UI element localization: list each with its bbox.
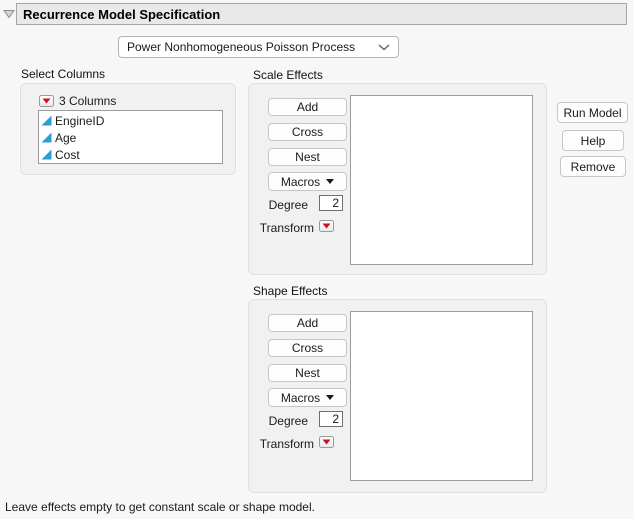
- run-model-button[interactable]: Run Model: [557, 102, 628, 123]
- scale-nest-button[interactable]: Nest: [268, 148, 347, 166]
- columns-listbox[interactable]: EngineID Age Cost: [38, 110, 223, 164]
- remove-button[interactable]: Remove: [560, 156, 626, 177]
- shape-macros-button[interactable]: Macros: [268, 388, 347, 407]
- macros-dropdown-icon: [326, 395, 335, 400]
- help-button[interactable]: Help: [562, 130, 624, 151]
- select-columns-label: Select Columns: [21, 67, 106, 81]
- list-item[interactable]: EngineID: [39, 112, 222, 129]
- recurrence-model-dialog: Recurrence Model Specification Power Non…: [0, 0, 634, 519]
- continuous-column-icon: [41, 115, 52, 126]
- shape-transform-label: Transform: [259, 437, 314, 451]
- column-name: Cost: [55, 147, 80, 162]
- scale-cross-button[interactable]: Cross: [268, 123, 347, 141]
- triangle-down-icon: [2, 10, 15, 19]
- shape-effects-label: Shape Effects: [253, 284, 328, 298]
- select-columns-panel: 3 Columns EngineID Age Cost: [20, 83, 236, 175]
- chevron-down-icon: [378, 44, 390, 51]
- continuous-column-icon: [41, 132, 52, 143]
- model-type-dropdown[interactable]: Power Nonhomogeneous Poisson Process: [118, 36, 399, 58]
- scale-add-button[interactable]: Add: [268, 98, 347, 116]
- model-type-value: Power Nonhomogeneous Poisson Process: [127, 40, 356, 54]
- page-title: Recurrence Model Specification: [23, 6, 221, 22]
- red-triangle-icon: [322, 439, 331, 445]
- scale-effects-panel: Add Cross Nest Macros Degree 2 Transform: [248, 83, 547, 275]
- scale-transform-menu-button[interactable]: [319, 220, 334, 232]
- disclosure-triangle-icon[interactable]: [2, 7, 15, 20]
- shape-degree-label: Degree: [268, 414, 308, 428]
- shape-effects-listbox[interactable]: [350, 311, 533, 481]
- scale-effects-label: Scale Effects: [253, 68, 323, 82]
- shape-add-button[interactable]: Add: [268, 314, 347, 332]
- shape-effects-panel: Add Cross Nest Macros Degree 2 Transform: [248, 299, 547, 493]
- shape-macros-label: Macros: [280, 390, 321, 405]
- shape-transform-menu-button[interactable]: [319, 436, 334, 448]
- column-name: EngineID: [55, 113, 105, 128]
- red-triangle-icon: [322, 223, 331, 229]
- red-triangle-icon: [42, 98, 51, 104]
- scale-effects-listbox[interactable]: [350, 95, 533, 265]
- section-title-bar: Recurrence Model Specification: [16, 3, 627, 25]
- shape-cross-button[interactable]: Cross: [268, 339, 347, 357]
- shape-nest-button[interactable]: Nest: [268, 364, 347, 382]
- list-item[interactable]: Age: [39, 129, 222, 146]
- scale-degree-label: Degree: [268, 198, 308, 212]
- footer-note: Leave effects empty to get constant scal…: [5, 500, 315, 514]
- columns-menu-button[interactable]: [39, 95, 54, 107]
- scale-degree-input[interactable]: 2: [319, 195, 343, 211]
- scale-transform-label: Transform: [259, 221, 314, 235]
- list-item[interactable]: Cost: [39, 146, 222, 163]
- scale-macros-button[interactable]: Macros: [268, 172, 347, 191]
- macros-dropdown-icon: [326, 179, 335, 184]
- columns-count-label: 3 Columns: [59, 94, 117, 108]
- columns-header: 3 Columns: [39, 94, 116, 108]
- shape-degree-input[interactable]: 2: [319, 411, 343, 427]
- continuous-column-icon: [41, 149, 52, 160]
- scale-macros-label: Macros: [280, 174, 321, 189]
- column-name: Age: [55, 130, 77, 145]
